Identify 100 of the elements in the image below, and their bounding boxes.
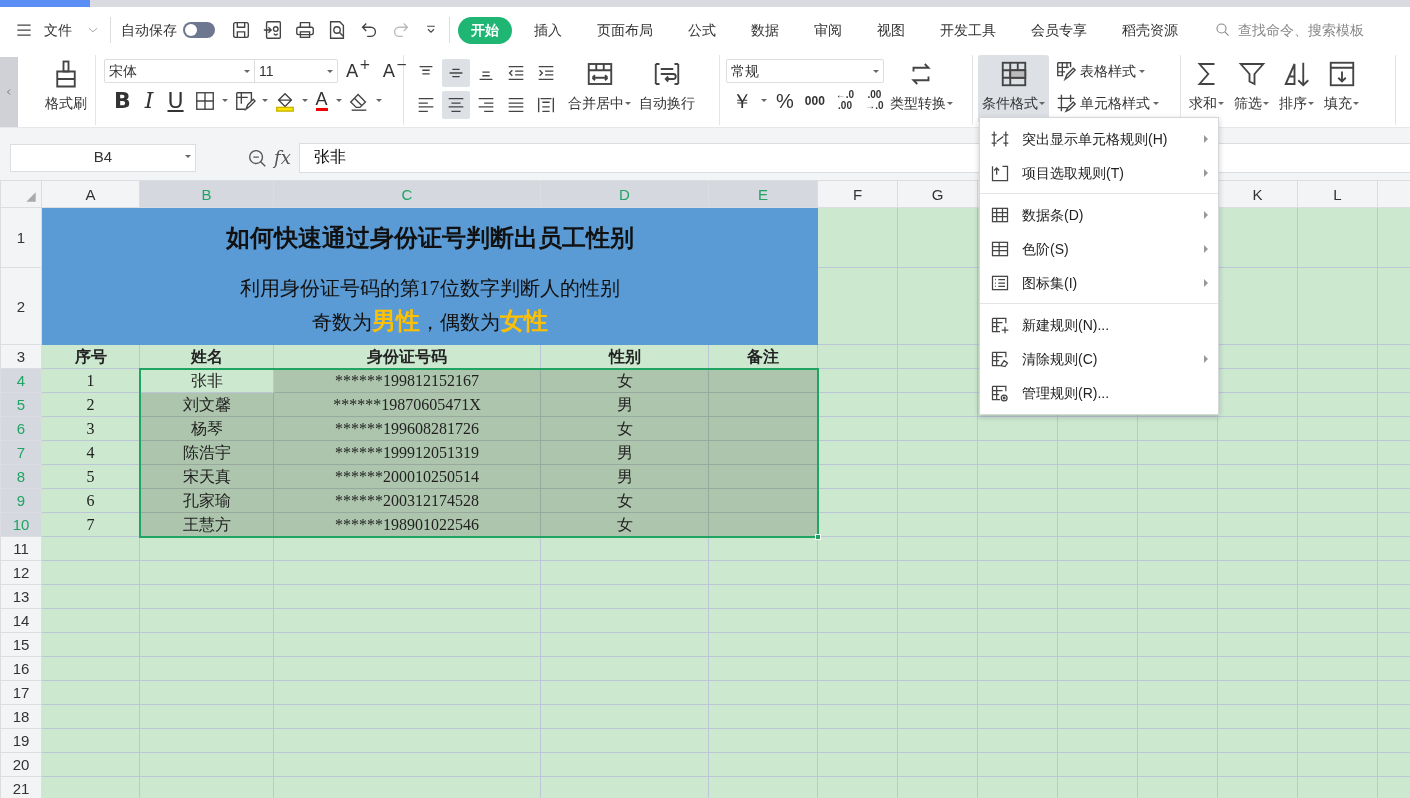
cell-style-icon xyxy=(1055,92,1077,114)
conditional-format-button[interactable]: 条件格式 xyxy=(978,55,1049,123)
table-cell: 刘文馨 xyxy=(139,392,274,417)
filter-button[interactable]: 筛选 xyxy=(1230,55,1273,125)
ribbon-tab[interactable]: 页面布局 xyxy=(584,16,666,44)
column-header[interactable]: A xyxy=(41,180,140,208)
currency-button[interactable]: ￥ xyxy=(730,89,754,112)
table-cell: ******199912051319 xyxy=(273,440,541,465)
align-middle-icon[interactable] xyxy=(442,59,470,87)
number-format-field[interactable]: 常规 xyxy=(726,59,884,83)
name-box[interactable]: B4 xyxy=(10,143,196,172)
row-header[interactable]: 17 xyxy=(0,680,42,705)
align-center-icon[interactable] xyxy=(442,91,470,119)
grow-font-button[interactable]: A$^{+}$ xyxy=(342,62,375,80)
increase-decimal-button[interactable]: ←.0 .00 xyxy=(833,89,857,112)
column-header[interactable]: K xyxy=(1217,180,1298,208)
menu-item[interactable]: 管理规则(R)... xyxy=(980,376,1218,410)
select-all-icon xyxy=(24,190,38,204)
format-painter-button[interactable]: 格式刷 xyxy=(41,55,91,125)
cell-style-button[interactable]: 单元格样式 xyxy=(1053,91,1161,115)
row-header[interactable]: 20 xyxy=(0,752,42,777)
subtitle-text: 利用身份证号码的第17位数字判断人的性别 xyxy=(239,277,620,299)
caret-icon xyxy=(1353,102,1359,105)
ribbon-tab[interactable]: 稻壳资源 xyxy=(1109,16,1191,44)
color-scale-icon xyxy=(990,239,1010,259)
merge-center-button[interactable]: 合并居中 xyxy=(564,55,635,125)
row-header[interactable]: 14 xyxy=(0,608,42,633)
ribbon-tab[interactable]: 公式 xyxy=(675,16,729,44)
export-icon[interactable] xyxy=(262,19,284,41)
submenu-arrow-icon xyxy=(1204,169,1208,177)
row-header[interactable]: 1 xyxy=(0,207,42,268)
new-rule-icon xyxy=(990,315,1010,335)
wrap-text-button[interactable]: 自动换行 xyxy=(635,55,699,125)
sum-button[interactable]: 求和 xyxy=(1185,55,1228,125)
percent-button[interactable]: % xyxy=(774,89,796,112)
caret-icon xyxy=(1153,101,1159,105)
icon-set-icon xyxy=(990,273,1010,293)
type-convert-button[interactable]: 类型转换 xyxy=(885,55,957,125)
fill-button[interactable]: 填充 xyxy=(1320,55,1363,125)
underline-button[interactable]: U xyxy=(163,89,188,112)
table-cell: 男 xyxy=(540,464,709,489)
row-header[interactable]: 16 xyxy=(0,656,42,681)
bold-button[interactable]: B xyxy=(110,89,135,112)
row-header[interactable]: 11 xyxy=(0,536,42,561)
table-cell: ******199608281726 xyxy=(273,416,541,441)
table-cell: 王慧方 xyxy=(139,512,274,537)
table-cell: ******19870605471X xyxy=(273,392,541,417)
column-header[interactable]: L xyxy=(1297,180,1378,208)
function-label[interactable]: fx xyxy=(274,144,291,171)
decrease-decimal-button[interactable]: .00 →.0 xyxy=(863,89,886,112)
caret-icon xyxy=(1139,69,1145,73)
ribbon-tab[interactable]: 会员专享 xyxy=(1018,16,1100,44)
table-cell: ******200010250514 xyxy=(273,464,541,489)
caret-icon xyxy=(873,69,879,73)
file-menu[interactable]: 文件 xyxy=(14,19,100,41)
table-style-icon xyxy=(1055,60,1077,82)
row-header[interactable]: 2 xyxy=(0,267,42,345)
table-cell: 女 xyxy=(540,368,709,393)
ribbon-tab[interactable]: 视图 xyxy=(864,16,918,44)
save-icon[interactable] xyxy=(230,19,252,41)
font-color-button[interactable]: A xyxy=(313,89,330,112)
row-header[interactable]: 19 xyxy=(0,728,42,753)
cell-format-icon[interactable] xyxy=(233,89,256,112)
menu-item[interactable]: 色阶(S) xyxy=(980,232,1218,266)
search-field[interactable]: 查找命令、搜索模板 xyxy=(1214,18,1386,42)
row-header[interactable]: 12 xyxy=(0,560,42,585)
table-cell: ******199812152167 xyxy=(273,368,541,393)
table-style-button[interactable]: 表格样式 xyxy=(1053,59,1161,83)
ribbon-tab[interactable]: 插入 xyxy=(521,16,575,44)
menu-item[interactable]: 图标集(I) xyxy=(980,266,1218,300)
caret-icon xyxy=(375,99,382,102)
menu-item[interactable]: 新建规则(N)... xyxy=(980,308,1218,342)
manage-rules-icon xyxy=(990,383,1010,403)
table-cell: 女 xyxy=(540,416,709,441)
caret-icon xyxy=(761,99,767,102)
shrink-font-button[interactable]: A$^{−}$ xyxy=(378,62,412,80)
menu-item[interactable]: 数据条(D) xyxy=(980,198,1218,232)
submenu-arrow-icon xyxy=(1204,355,1208,363)
sheet-title: 如何快速通过身份证号判断出员工性别 xyxy=(225,223,634,251)
thousands-button[interactable]: 000 xyxy=(802,93,827,108)
ribbon-tab[interactable]: 开发工具 xyxy=(927,16,1009,44)
italic-button[interactable]: I xyxy=(140,89,158,112)
print-icon[interactable] xyxy=(294,19,316,41)
column-header[interactable]: G xyxy=(897,180,978,208)
table-cell: ******200312174528 xyxy=(273,488,541,513)
caret-icon xyxy=(335,99,342,102)
autosave-toggle[interactable] xyxy=(183,22,215,38)
row-header[interactable]: 3 xyxy=(0,344,42,369)
column-header[interactable]: F xyxy=(817,180,898,208)
caret-icon xyxy=(185,154,191,158)
fill-handle[interactable] xyxy=(814,533,821,540)
row-header[interactable]: 13 xyxy=(0,584,42,609)
ribbon-tab[interactable]: 审阅 xyxy=(801,16,855,44)
borders-icon[interactable] xyxy=(193,89,216,112)
menu-item[interactable]: 清除规则(C) xyxy=(980,342,1218,376)
ribbon-tab[interactable]: 数据 xyxy=(738,16,792,44)
row-header[interactable]: 21 xyxy=(0,776,42,798)
row-header[interactable]: 18 xyxy=(0,704,42,729)
sort-button[interactable]: 排序 xyxy=(1275,55,1318,125)
row-header[interactable]: 15 xyxy=(0,632,42,657)
